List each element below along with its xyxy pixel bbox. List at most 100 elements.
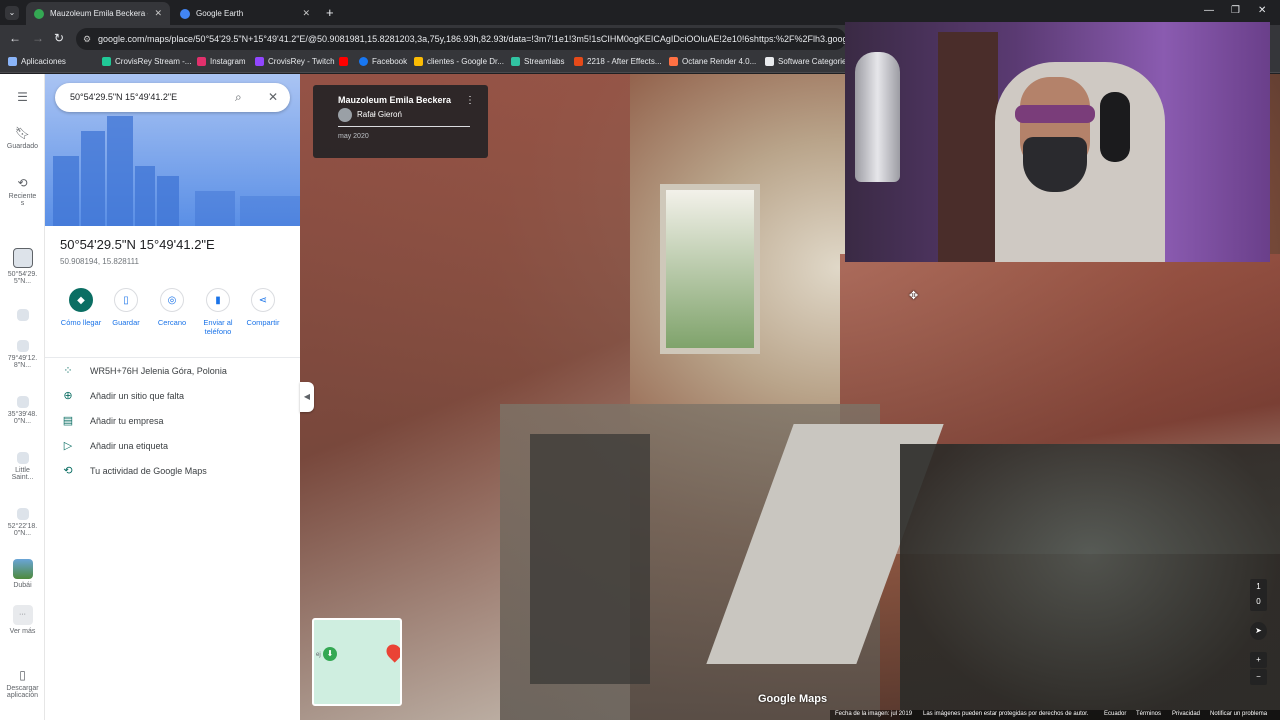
bookmark-item[interactable]: Streamlabs [511,57,564,66]
bookmark-item[interactable]: Facebook [359,57,407,66]
rail-recents[interactable]: ⟲ Reciente s [0,176,45,207]
privacy-link[interactable]: Privacidad [1172,711,1200,717]
sunglasses [1015,105,1095,123]
share-button[interactable]: ⋖ Compartir [241,288,285,327]
address-bar[interactable]: ⚙ google.com/maps/place/50°54'29.5"N+15°… [76,28,846,50]
tab-earth[interactable]: Google Earth ✕ [172,2,318,25]
action-label: Enviar al teléfono [203,318,233,336]
bookmark-label: Streamlabs [524,57,565,66]
facebook-icon [359,57,368,66]
zoom-in-icon[interactable]: + [1250,652,1267,668]
directions-button[interactable]: ◆ Cómo llegar [59,288,103,327]
spiral-stairs [530,434,650,684]
bookmark-item[interactable]: CrovisRey Stream -... [102,57,191,66]
save-button[interactable]: ▯ Guardar [104,288,148,327]
menu-icon[interactable]: ☰ [0,90,45,104]
maximize-icon[interactable]: ❐ [1231,5,1240,16]
rail-label: 52°22'18. 0"N... [7,523,38,537]
tab-maps[interactable]: Mauzoleum Emila Beckera - Go ✕ [26,2,170,25]
forward-icon[interactable]: → [32,31,44,45]
clear-search-icon[interactable]: ✕ [268,83,278,112]
bookmark-label: Facebook [372,57,408,66]
label-icon: ▷ [63,440,73,452]
collapse-panel-button[interactable]: ◀ [300,382,314,412]
add-place-icon: ⊕ [63,390,73,402]
send-to-phone-button[interactable]: ▮ Enviar al teléfono [196,288,240,336]
country-link[interactable]: Ecuador [1104,711,1126,717]
terms-link[interactable]: Términos [1136,711,1161,717]
place-thumbnail [12,559,33,579]
building-shape [240,196,300,226]
nearby-button[interactable]: ◎ Cercano [150,288,194,327]
report-problem-link[interactable]: Notificar un problema [1210,711,1267,717]
search-value: 50°54'29.5"N 15°49'41.2"E [70,92,178,102]
rail-recent-place[interactable]: 50°54'29. 5"N... [0,248,45,285]
rail-recent-place[interactable]: 79°49'12. 8"N... [0,340,45,369]
zoom-out-icon[interactable]: − [1250,669,1267,685]
bookmark-label: 2218 - After Effects... [587,57,662,66]
apps-grid-icon [8,57,17,66]
bookmark-item[interactable]: clientes - Google Dr... [414,57,504,66]
bookmark-item[interactable]: 2218 - After Effects... [574,57,662,66]
rail-recent-place[interactable] [0,309,45,324]
close-tab-icon[interactable]: ✕ [302,8,310,19]
add-missing-place-row[interactable]: ⊕ Añadir un sitio que falta [45,383,300,408]
rail-label: Reciente s [8,193,37,207]
more-options-icon[interactable]: ⋮ [465,95,475,106]
bookmark-item[interactable]: CrovisRey - Twitch [255,57,335,66]
minimize-icon[interactable]: — [1204,5,1214,16]
minimap-label: ej [316,652,321,658]
search-icon[interactable]: ⌕ [235,83,242,112]
street-view-footer: Fecha de la imagen: jul 2019 Las imágene… [830,710,1280,720]
plus-code-text: WR5H+76H Jelenia Góra, Polonia [90,366,227,376]
close-tab-icon[interactable]: ✕ [154,8,162,19]
rail-see-more[interactable]: ··· Ver más [0,605,45,635]
info-text: Añadir una etiqueta [90,441,169,451]
maps-activity-row[interactable]: ⟲ Tu actividad de Google Maps [45,458,300,483]
send-to-phone-icon: ▮ [206,288,230,312]
search-input[interactable]: 50°54'29.5"N 15°49'41.2"E ⌕ ✕ [55,83,290,112]
action-label: Compartir [246,318,280,327]
new-tab-icon[interactable]: + [326,5,334,20]
info-text: Añadir tu empresa [90,416,164,426]
bookmark-item[interactable]: Software Categorie [765,57,846,66]
rail-label: 79°49'12. 8"N... [7,355,38,369]
plus-code-row[interactable]: ⁘ WR5H+76H Jelenia Góra, Polonia [45,358,300,383]
street-view-place-card: Mauzoleum Emila Beckera Rafał Gieroń may… [313,85,488,158]
bookmark-label: Octane Render 4.0... [682,57,757,66]
bookmark-youtube[interactable] [339,57,352,66]
bookmark-label: clientes - Google Dr... [427,57,504,66]
rail-recent-place[interactable]: 35°39'48. 0"N... [0,396,45,425]
author-name[interactable]: Rafał Gieroń [357,110,402,119]
info-text: Añadir un sitio que falta [90,391,185,401]
building-shape [81,131,105,226]
back-icon[interactable]: ← [9,31,21,45]
doorway [660,184,760,354]
plus-code-icon: ⁘ [63,365,73,377]
rail-recent-place[interactable]: 52°22'18. 0"N... [0,508,45,537]
tab-search-button[interactable]: ⌄ [5,6,19,20]
bookmark-label: CrovisRey - Twitch [268,57,335,66]
pegman-control[interactable]: 1 0 [1250,579,1267,611]
reload-icon[interactable]: ↻ [54,31,64,45]
bookmark-icon: ▯ [114,288,138,312]
minimap[interactable]: ej ⬇ [312,618,402,706]
bookmark-item[interactable]: Instagram [197,57,246,66]
rail-download-app[interactable]: ▯ Descargar aplicación [0,668,45,699]
add-business-row[interactable]: ▤ Añadir tu empresa [45,408,300,433]
building-shape [53,156,79,226]
add-label-row[interactable]: ▷ Añadir una etiqueta [45,433,300,458]
bookmark-item[interactable]: Octane Render 4.0... [669,57,756,66]
url-text: google.com/maps/place/50°54'29.5"N+15°49… [98,34,846,44]
rail-saved[interactable]: 🔖︎ Guardado [0,126,45,150]
rail-label: Dubái [13,582,32,589]
bookmark-apps[interactable]: Aplicaciones [8,57,66,66]
site-info-icon[interactable]: ⚙ [83,28,91,50]
close-window-icon[interactable]: ✕ [1258,5,1266,16]
move-cursor-icon: ✥ [909,290,919,302]
compass-icon[interactable]: ➤ [1250,622,1267,640]
ctrl-value-1: 1 [1256,582,1261,591]
rail-recent-place[interactable]: Little Saint... [0,452,45,481]
rail-recent-place[interactable]: Dubái [0,559,45,589]
bookmark-label: Aplicaciones [21,57,66,66]
